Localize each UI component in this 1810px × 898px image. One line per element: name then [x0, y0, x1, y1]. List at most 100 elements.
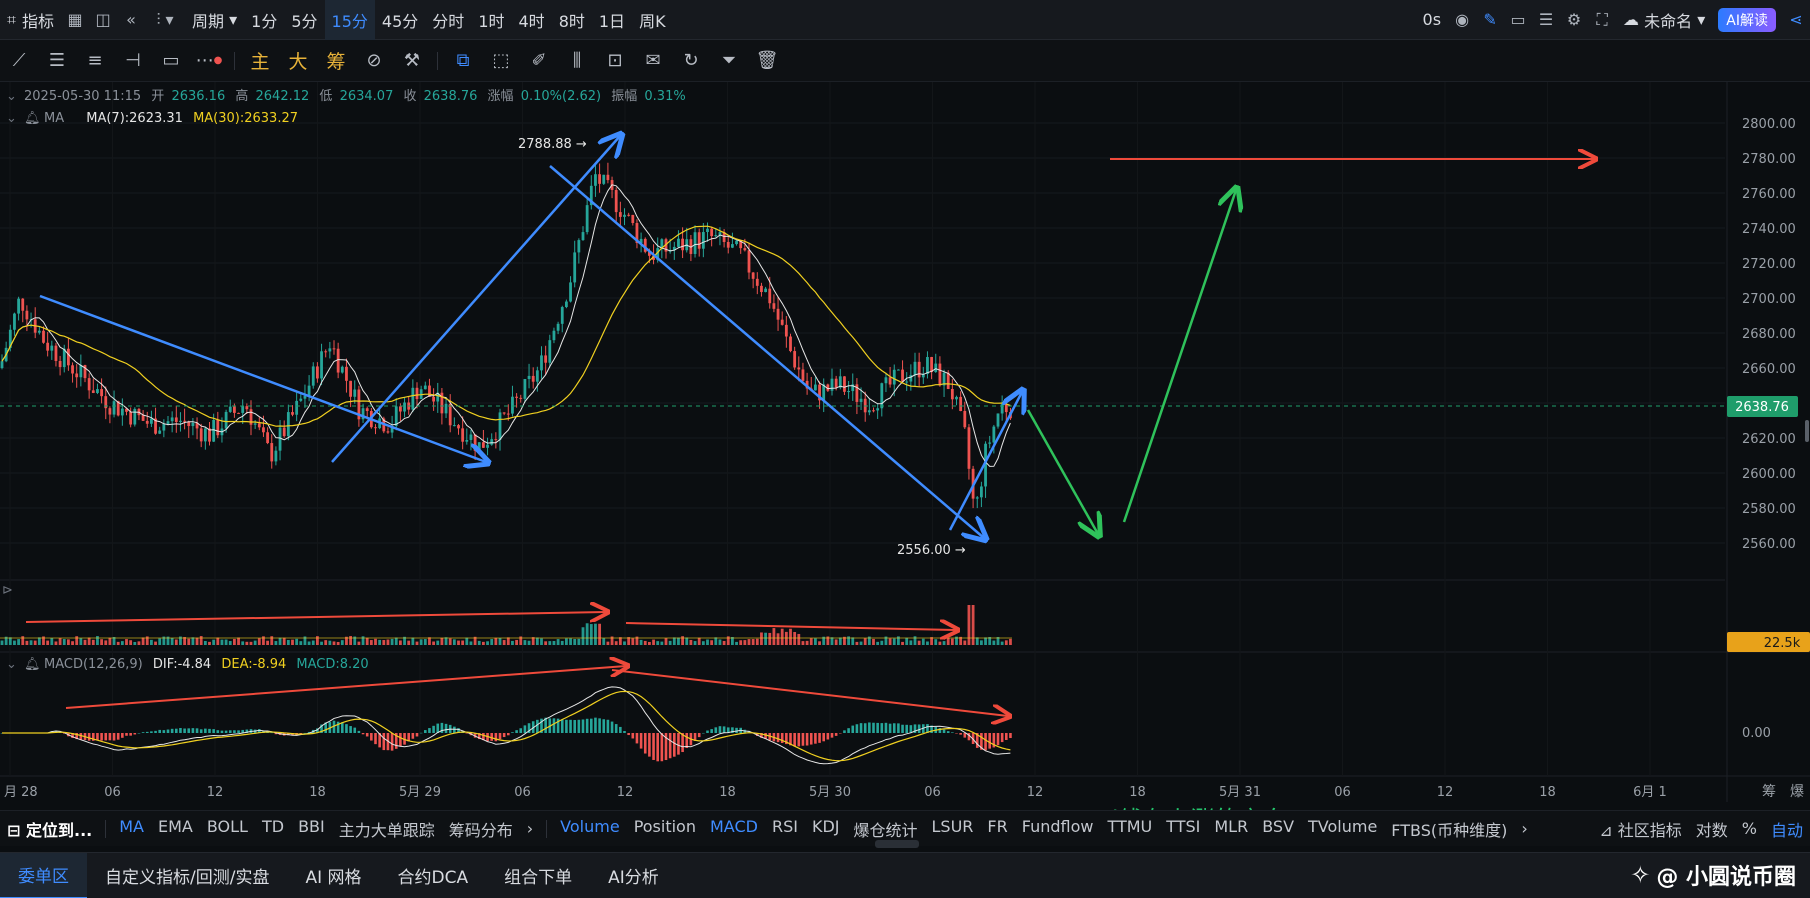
trendline-icon[interactable]: ⟋	[0, 40, 38, 82]
bell-icon[interactable]: 🔔︎	[24, 657, 41, 672]
indicator-button[interactable]: ⌗ 指标	[0, 0, 61, 40]
timeframe-0[interactable]: 1分	[244, 0, 284, 40]
sub-indicator-2[interactable]: MACD	[703, 817, 765, 841]
bottom-tab-4[interactable]: 组合下单	[486, 853, 590, 898]
timeframe-5[interactable]: 1时	[471, 0, 511, 40]
volume-bar	[805, 640, 809, 645]
time-axis-right-0[interactable]: 筹	[1762, 783, 1776, 800]
ruler-icon[interactable]: ⬚	[482, 40, 520, 82]
timeframe-4[interactable]: 分时	[425, 0, 471, 40]
auto-scale-button[interactable]: 自动	[1764, 817, 1810, 841]
calendar-icon[interactable]: ▦	[61, 0, 89, 40]
chip-button[interactable]: 筹	[317, 40, 355, 82]
sub-indicator-13[interactable]: TVolume	[1301, 817, 1384, 841]
note-icon[interactable]: ✉	[634, 40, 672, 82]
main-indicator-1[interactable]: EMA	[151, 817, 200, 841]
main-indicator-3[interactable]: TD	[255, 817, 291, 841]
macd-bar	[884, 722, 888, 733]
sub-indicator-8[interactable]: Fundflow	[1015, 817, 1101, 841]
chevron-right-icon[interactable]: ›	[1514, 819, 1534, 838]
bottom-tab-3[interactable]: 合约DCA	[380, 853, 487, 898]
log-scale-button[interactable]: 对数	[1689, 817, 1735, 841]
chart-area[interactable]: 2788.88 → 2556.00 → ⌄ 2025-05-30 11:15 开…	[0, 82, 1810, 834]
fullscreen-icon[interactable]: ⛶	[1588, 0, 1616, 40]
collapse-icon[interactable]: ⌄	[6, 89, 17, 104]
main-indicator-5[interactable]: 主力大单跟踪	[332, 817, 442, 841]
period-dropdown[interactable]: 周期 ▾	[185, 0, 244, 40]
sub-indicator-10[interactable]: TTSI	[1159, 817, 1207, 841]
sub-indicator-12[interactable]: BSV	[1255, 817, 1301, 841]
share-icon[interactable]: ⋖	[1782, 0, 1810, 40]
sub-indicator-0[interactable]: Volume	[553, 817, 627, 841]
rewind-icon[interactable]: «	[117, 0, 145, 40]
panel-resize-handle[interactable]	[875, 840, 919, 848]
sub-indicator-1[interactable]: Position	[627, 817, 703, 841]
main-chart-button[interactable]: 主	[241, 40, 279, 82]
parallel-lines-icon[interactable]: ☰	[38, 40, 76, 82]
collapse-icon[interactable]: ⌄	[6, 657, 17, 672]
pen-icon[interactable]: ✐	[520, 40, 558, 82]
timeframe-6[interactable]: 4时	[512, 0, 552, 40]
bottom-tab-1[interactable]: 自定义指标/回测/实盘	[87, 853, 287, 898]
horizontal-ray-icon[interactable]: ⊣	[114, 40, 152, 82]
sub-indicator-4[interactable]: KDJ	[805, 817, 847, 841]
brush-icon[interactable]: ⚒	[393, 40, 431, 82]
trash-icon[interactable]: 🗑	[748, 40, 786, 82]
screen-icon[interactable]: ▭	[1504, 0, 1532, 40]
locate-button[interactable]: ⊟ 定位到...	[0, 817, 99, 841]
main-indicator-0[interactable]: MA	[112, 817, 151, 841]
collapse-icon[interactable]: ⌄	[6, 111, 17, 126]
price-axis-scrollbar[interactable]	[1805, 420, 1809, 442]
sub-indicator-7[interactable]: FR	[980, 817, 1014, 841]
macd-bar	[424, 730, 427, 733]
bell-icon[interactable]: 🔔︎	[24, 111, 41, 126]
sub-indicator-6[interactable]: LSUR	[925, 817, 981, 841]
rectangle-icon[interactable]: ▭	[152, 40, 190, 82]
sub-indicator-11[interactable]: MLR	[1207, 817, 1255, 841]
timeframe-7[interactable]: 8时	[552, 0, 592, 40]
timeframe-9[interactable]: 周K	[632, 0, 673, 40]
settings-icon[interactable]: ⚙	[1560, 0, 1588, 40]
list-icon[interactable]: ☰	[1532, 0, 1560, 40]
candle-type-icon[interactable]: ⫶ ▾	[145, 0, 185, 40]
pencil-icon[interactable]: ✎	[1476, 0, 1504, 40]
sub-indicator-5[interactable]: 爆仓统计	[846, 817, 924, 841]
sub-indicator-14[interactable]: FTBS(币种维度)	[1384, 817, 1514, 841]
horizontal-lines-icon[interactable]: ≡	[76, 40, 114, 82]
time-axis[interactable]: 月 28 06 12 18 5月 29 06 12 18 5月 30 06 12 18 5月 31 06 1…	[4, 783, 1804, 800]
layout-icon[interactable]: ◫	[89, 0, 117, 40]
main-indicator-2[interactable]: BOLL	[200, 817, 255, 841]
timeframe-8[interactable]: 1日	[592, 0, 632, 40]
sub-indicator-3[interactable]: RSI	[765, 817, 805, 841]
main-indicator-4[interactable]: BBI	[291, 817, 332, 841]
big-order-button[interactable]: 大	[279, 40, 317, 82]
camera-icon[interactable]: ◉	[1448, 0, 1476, 40]
community-indicator-button[interactable]: ⊿ 社区指标	[1592, 817, 1689, 841]
timeframe-2[interactable]: 15分	[324, 0, 375, 40]
candles-icon[interactable]: ⫼	[558, 40, 596, 82]
candle-body	[544, 355, 548, 363]
more-icon[interactable]: ⋯ ●	[190, 40, 228, 82]
macd-bar	[370, 733, 373, 741]
bottom-tab-2[interactable]: AI 网格	[287, 853, 379, 898]
percent-scale-button[interactable]: %	[1735, 819, 1764, 838]
timeframe-3[interactable]: 45分	[375, 0, 425, 40]
filter-icon[interactable]: ⏷	[710, 40, 748, 82]
magnet-icon[interactable]: ⊘	[355, 40, 393, 82]
timeframe-1[interactable]: 5分	[284, 0, 324, 40]
lock-icon[interactable]: ⊡	[596, 40, 634, 82]
time-axis-right-1[interactable]: 爆	[1790, 784, 1804, 800]
price-axis[interactable]: 2800.00 2780.00 2760.00 2740.00 2720.00 2700.…	[1742, 117, 1796, 552]
layout-name-dropdown[interactable]: ☁ 未命名 ▾	[1616, 0, 1712, 40]
chevron-right-icon[interactable]: ›	[520, 819, 540, 838]
sub-indicator-9[interactable]: TTMU	[1100, 817, 1159, 841]
volume-bar	[901, 641, 904, 645]
main-indicator-6[interactable]: 筹码分布	[442, 817, 520, 841]
ai-interpret-button[interactable]: AI解读	[1718, 7, 1776, 32]
rotate-icon[interactable]: ↻	[672, 40, 710, 82]
bottom-tab-5[interactable]: AI分析	[590, 853, 677, 898]
expand-volume-icon[interactable]: ⊳	[2, 583, 13, 598]
bottom-tab-0[interactable]: 委单区	[0, 852, 87, 898]
price-chart[interactable]: 2788.88 → 2556.00 → ⌄ 2025-05-30 11:15 开…	[0, 82, 1810, 808]
select-icon[interactable]: ⧉	[444, 40, 482, 82]
